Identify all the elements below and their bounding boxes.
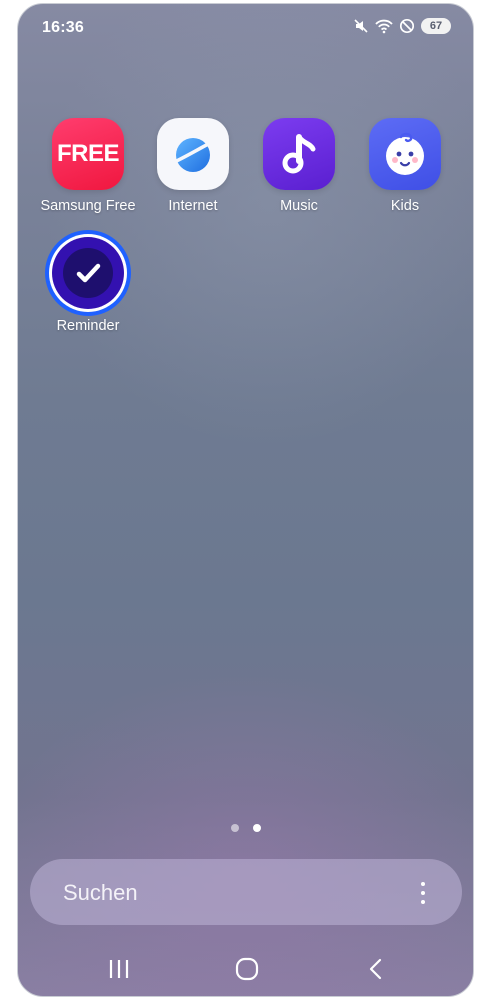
status-icons: 67 (353, 18, 451, 34)
internet-icon (157, 118, 229, 190)
app-music[interactable]: Music (249, 118, 349, 214)
home-icon[interactable] (232, 956, 262, 982)
page-dot-active[interactable] (252, 824, 261, 832)
app-label: Music (280, 198, 318, 214)
search-placeholder: Suchen (63, 880, 138, 905)
app-samsung-free[interactable]: FREE Samsung Free (38, 118, 138, 214)
checkmark-icon (76, 263, 101, 283)
app-label: Samsung Free (40, 198, 136, 214)
app-reminder[interactable]: Reminder (38, 230, 138, 334)
reminder-icon (52, 237, 124, 309)
page-indicator (18, 824, 473, 832)
samsung-free-logo-text: FREE (56, 140, 120, 167)
kids-icon (369, 118, 441, 190)
do-not-disturb-icon (399, 18, 415, 34)
more-options-icon[interactable] (420, 882, 426, 904)
app-kids[interactable]: Kids (355, 118, 455, 214)
page-dot[interactable] (230, 824, 239, 832)
search-bar[interactable]: Suchen (30, 859, 462, 925)
samsung-free-icon: FREE (52, 118, 124, 190)
app-label: Reminder (56, 318, 120, 334)
back-icon[interactable] (361, 956, 391, 982)
music-icon (263, 118, 335, 190)
status-time: 16:36 (42, 19, 84, 36)
selection-ring (45, 230, 131, 316)
status-bar: 16:36 67 (18, 4, 473, 48)
mute-icon (353, 18, 369, 34)
home-screen: 16:36 67 FREE Samsung Free Internet Musi… (17, 3, 474, 997)
battery-indicator: 67 (421, 18, 451, 34)
app-internet[interactable]: Internet (143, 118, 243, 214)
app-label: Kids (390, 198, 420, 214)
app-label: Internet (168, 198, 218, 214)
recents-icon[interactable] (104, 956, 134, 982)
wifi-icon (375, 18, 393, 34)
navigation-bar (18, 942, 473, 994)
